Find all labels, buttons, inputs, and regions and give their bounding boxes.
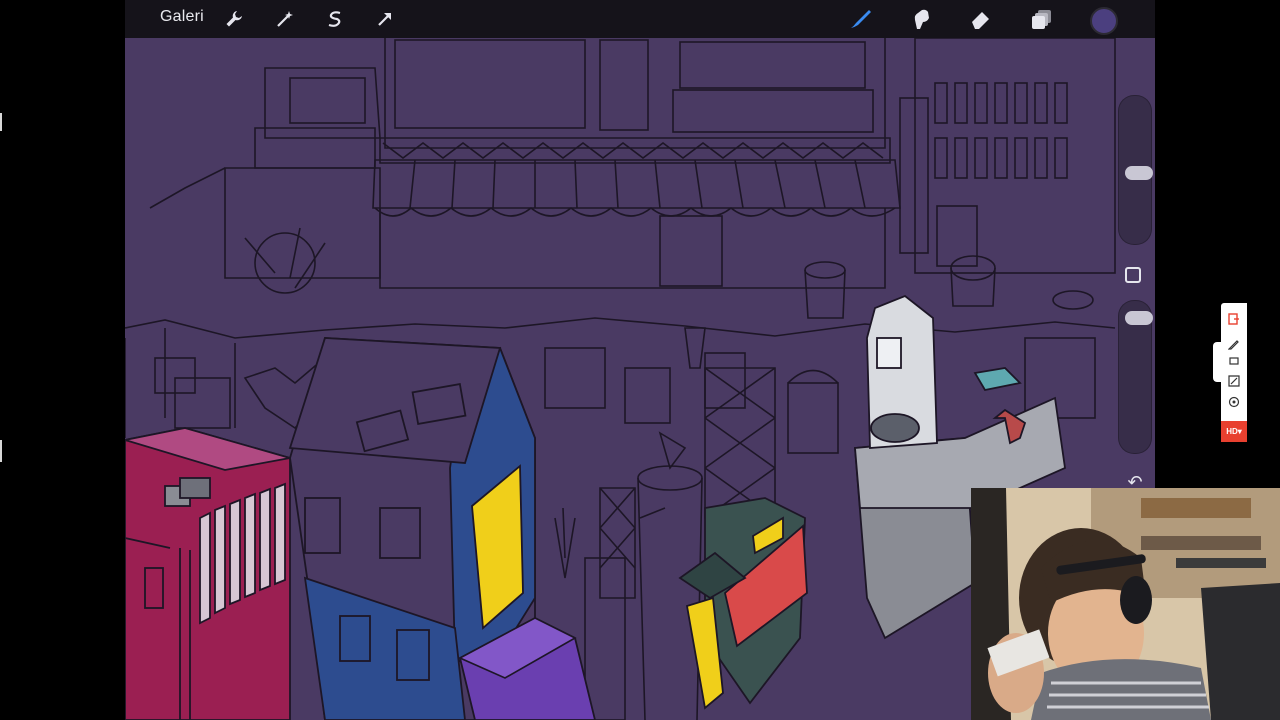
square-modify-icon[interactable] (1125, 267, 1141, 283)
opacity-slider[interactable] (1118, 300, 1153, 454)
magic-wand-icon[interactable] (272, 6, 298, 32)
toolbar: Galeri (125, 0, 1155, 38)
eraser-icon[interactable] (968, 6, 994, 32)
wrench-icon[interactable] (221, 6, 247, 32)
letterbox-edge-line (0, 440, 2, 462)
selection-s-icon[interactable] (322, 6, 348, 32)
webcam-feed (971, 488, 1280, 720)
sidebar (1114, 95, 1154, 455)
brush-icon[interactable] (848, 6, 874, 32)
transform-arrow-icon[interactable] (372, 6, 398, 32)
opacity-thumb[interactable] (1125, 311, 1153, 325)
brush-size-thumb[interactable] (1125, 166, 1153, 180)
recorder-toolbar: HD▾ (1221, 303, 1247, 442)
color-picker-swatch[interactable] (1090, 7, 1118, 35)
crop-icon[interactable] (1228, 355, 1240, 367)
layers-icon[interactable] (1029, 6, 1055, 32)
exit-icon[interactable] (1228, 313, 1240, 325)
camera-icon[interactable] (1228, 396, 1240, 408)
pen-icon[interactable] (1228, 338, 1240, 350)
quality-selector[interactable]: HD▾ (1221, 421, 1247, 442)
screenshot-icon[interactable] (1228, 375, 1240, 387)
smudge-icon[interactable] (908, 6, 934, 32)
gallery-button[interactable]: Galeri (160, 8, 204, 26)
recorder-collapse-tab[interactable] (1213, 342, 1221, 382)
letterbox-edge-line (0, 113, 2, 131)
brush-size-slider[interactable] (1118, 95, 1153, 245)
